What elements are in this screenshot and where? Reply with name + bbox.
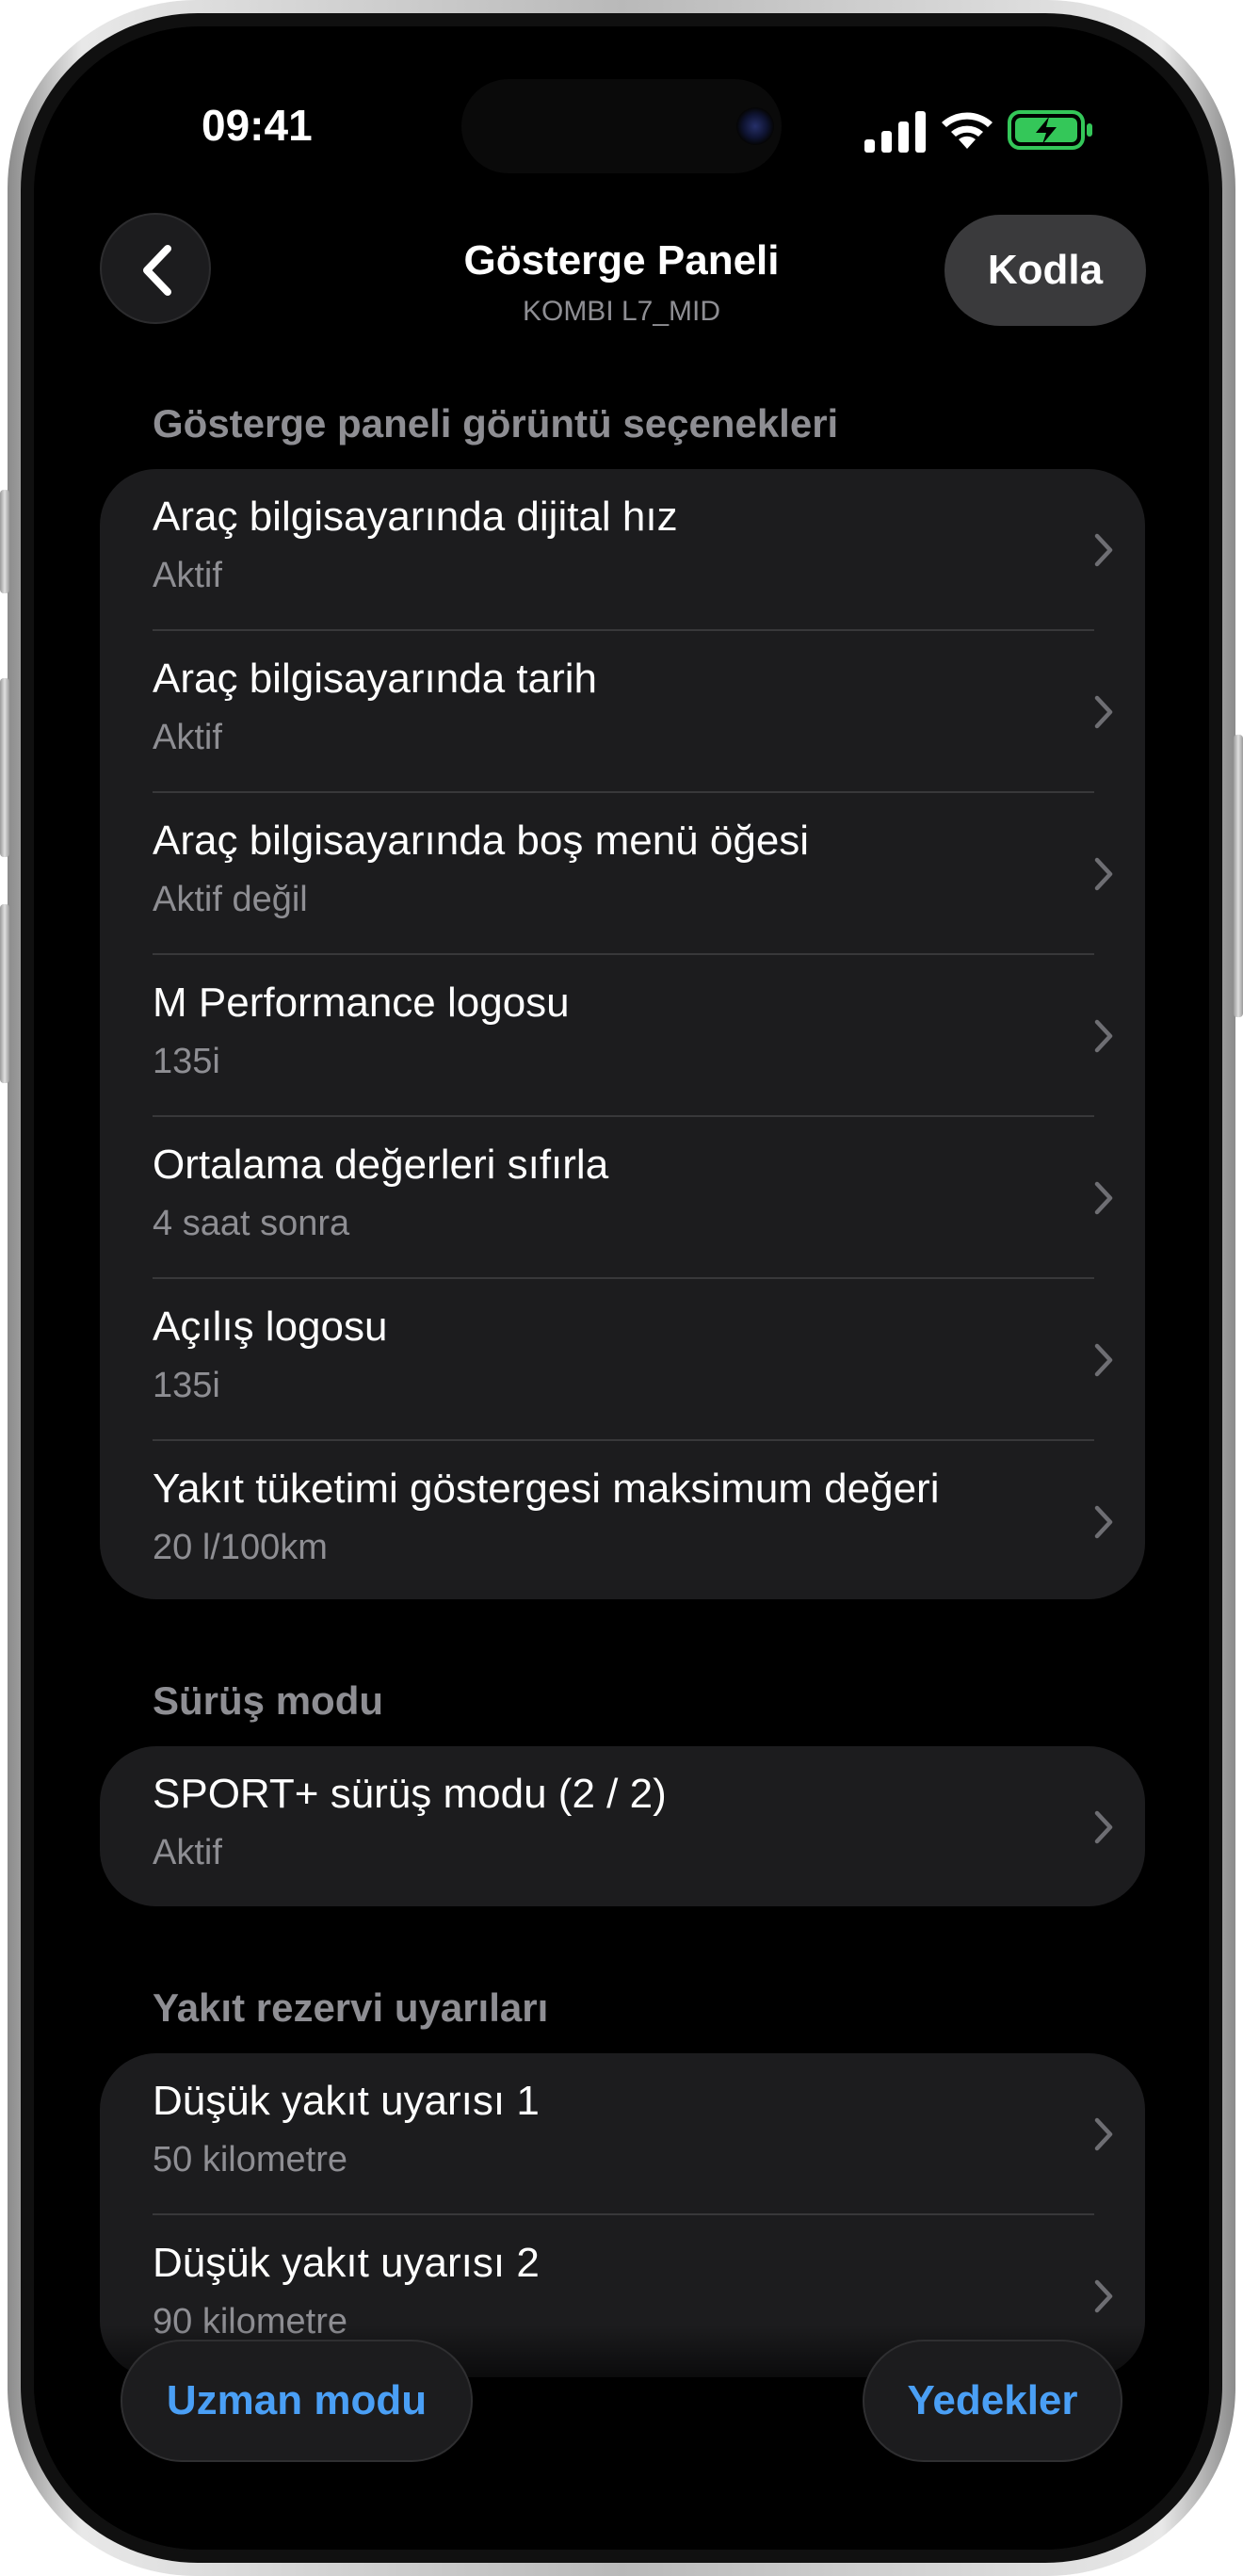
expert-mode-button[interactable]: Uzman modu	[121, 2340, 473, 2462]
chevron-right-icon	[1094, 1810, 1113, 1844]
power-button	[1234, 735, 1243, 1017]
list-item-title: Düşük yakıt uyarısı 1	[153, 2078, 540, 2124]
list-item-title: SPORT+ sürüş modu (2 / 2)	[153, 1771, 667, 1817]
list-item-value: Aktif değil	[153, 880, 308, 919]
page-title: Gösterge Paneli	[463, 237, 780, 284]
chevron-right-icon	[1094, 533, 1113, 567]
chevron-right-icon	[1094, 1181, 1113, 1215]
section-title-driving-mode: Sürüş modu	[153, 1678, 384, 1723]
chevron-right-icon	[1094, 1343, 1113, 1377]
battery-charging-icon	[1008, 110, 1092, 150]
list-item-value: 20 l/100km	[153, 1528, 328, 1567]
page-subtitle: KOMBI L7_MID	[522, 296, 721, 327]
list-item-title: Yakıt tüketimi göstergesi maksimum değer…	[153, 1466, 940, 1512]
chevron-left-icon	[143, 245, 171, 296]
list-item[interactable]: Düşük yakıt uyarısı 1 50 kilometre	[100, 2053, 1145, 2215]
chevron-right-icon	[1094, 1019, 1113, 1053]
chevron-right-icon	[1094, 2279, 1113, 2313]
back-button[interactable]	[100, 213, 211, 324]
volume-up-button	[0, 678, 9, 857]
list-item[interactable]: Yakıt tüketimi göstergesi maksimum değer…	[100, 1441, 1145, 1599]
action-button	[0, 490, 9, 593]
list-item[interactable]: Ortalama değerleri sıfırla 4 saat sonra	[100, 1117, 1145, 1279]
list-item-title: Araç bilgisayarında tarih	[153, 656, 598, 702]
list-item-title: Araç bilgisayarında dijital hız	[153, 494, 678, 540]
list-item-title: Açılış logosu	[153, 1304, 388, 1350]
list-item-value: Aktif	[153, 1833, 222, 1872]
list-item[interactable]: Açılış logosu 135i	[100, 1279, 1145, 1441]
list-item-value: 135i	[153, 1042, 220, 1081]
chevron-right-icon	[1094, 1505, 1113, 1539]
list-item[interactable]: Araç bilgisayarında tarih Aktif	[100, 631, 1145, 793]
list-item-value: 50 kilometre	[153, 2140, 347, 2179]
list-item[interactable]: SPORT+ sürüş modu (2 / 2) Aktif	[100, 1746, 1145, 1906]
section-title-display-options: Gösterge paneli görüntü seçenekleri	[153, 401, 839, 446]
list-item-title: Araç bilgisayarında boş menü öğesi	[153, 818, 810, 864]
list-item-title: Düşük yakıt uyarısı 2	[153, 2240, 540, 2286]
backups-button[interactable]: Yedekler	[863, 2340, 1122, 2462]
front-camera	[736, 107, 774, 145]
status-time: 09:41	[202, 101, 313, 150]
chevron-right-icon	[1094, 695, 1113, 729]
volume-down-button	[0, 904, 9, 1083]
wifi-icon	[942, 112, 993, 149]
list-item-value: Aktif	[153, 556, 222, 595]
list-item[interactable]: Araç bilgisayarında boş menü öğesi Aktif…	[100, 793, 1145, 955]
driving-mode-card: SPORT+ sürüş modu (2 / 2) Aktif	[100, 1746, 1145, 1906]
list-item-value: 135i	[153, 1366, 220, 1405]
display-options-card: Araç bilgisayarında dijital hız Aktif Ar…	[100, 469, 1145, 1599]
dynamic-island	[461, 79, 782, 173]
list-item-title: Ortalama değerleri sıfırla	[153, 1142, 609, 1188]
section-title-fuel-warnings: Yakıt rezervi uyarıları	[153, 1985, 549, 2030]
list-item[interactable]: Araç bilgisayarında dijital hız Aktif	[100, 469, 1145, 631]
list-item-value: 4 saat sonra	[153, 1204, 350, 1243]
list-item-title: M Performance logosu	[153, 980, 570, 1026]
list-item[interactable]: M Performance logosu 135i	[100, 955, 1145, 1117]
list-item-value: Aktif	[153, 718, 222, 757]
kodla-button[interactable]: Kodla	[944, 215, 1146, 326]
cellular-signal-icon	[864, 111, 926, 153]
screen: 09:41 Gösterge Paneli KOMBI L7_MID Kodla…	[34, 26, 1209, 2550]
chevron-right-icon	[1094, 857, 1113, 891]
chevron-right-icon	[1094, 2117, 1113, 2151]
